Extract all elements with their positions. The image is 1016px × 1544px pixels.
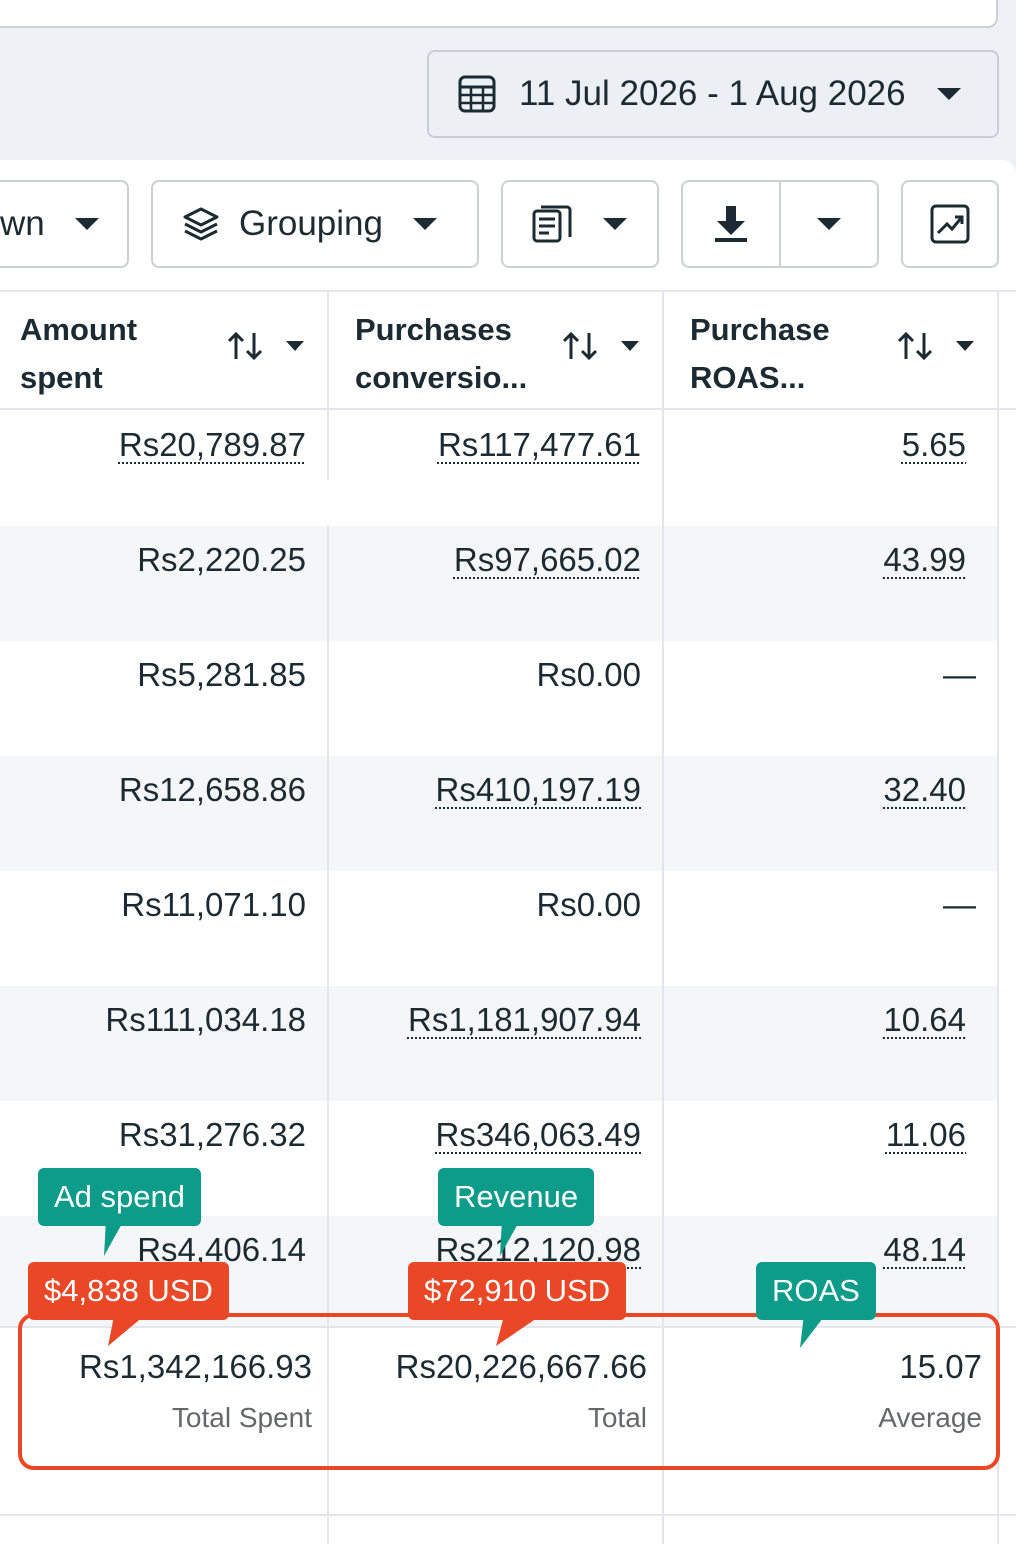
revenue-usd-callout: $72,910 USD (408, 1262, 627, 1320)
amount-spent-cell[interactable]: Rs20,789.87 (119, 426, 306, 464)
column-menu-chevron-icon[interactable] (621, 341, 639, 351)
amount-spent-cell: Rs5,281.85 (137, 656, 306, 693)
purchases-value-cell[interactable]: Rs117,477.61 (438, 426, 641, 464)
amount-spent-cell: Rs2,220.25 (137, 541, 306, 578)
column-header-line: Purchase (690, 312, 830, 347)
grouping-label: Grouping (239, 204, 383, 243)
purchases-value-cell: Rs0.00 (536, 886, 641, 923)
column-header-line: spent (20, 360, 103, 395)
roas-cell[interactable]: 10.64 (883, 1001, 966, 1039)
breakdown-button[interactable]: wn (0, 180, 129, 268)
export-button-group (681, 180, 879, 268)
revenue-callout: Revenue (438, 1168, 595, 1226)
roas-cell: — (943, 656, 976, 693)
spend-usd-callout-pointer (108, 1316, 144, 1346)
export-button[interactable] (683, 182, 779, 266)
roas-cell[interactable]: 11.06 (886, 1116, 966, 1154)
layers-icon (183, 207, 219, 241)
sort-icon[interactable] (561, 330, 599, 362)
purchases-value-cell[interactable]: Rs410,197.19 (436, 771, 642, 809)
chevron-down-icon (816, 218, 841, 230)
column-divider (327, 290, 329, 480)
export-options-button[interactable] (781, 182, 877, 266)
ad-spend-callout: Ad spend (38, 1168, 201, 1226)
revenue-usd-callout-pointer (496, 1316, 540, 1346)
reports-button[interactable] (501, 180, 659, 268)
table-top-border (0, 290, 1016, 292)
column-header-amount-spent[interactable]: Amount spent (20, 306, 137, 402)
amount-spent-cell: Rs111,034.18 (105, 1001, 306, 1038)
roas-cell[interactable]: 48.14 (883, 1231, 966, 1269)
amount-spent-cell: Rs11,071.10 (121, 886, 306, 923)
column-controls (896, 330, 974, 362)
breakdown-label: wn (0, 204, 45, 243)
roas-cell[interactable]: 32.40 (883, 771, 966, 809)
roas-cell: — (943, 886, 976, 923)
date-range-picker[interactable]: 11 Jul 2026 - 1 Aug 2026 (427, 50, 999, 138)
column-header-line: ROAS... (690, 360, 806, 395)
column-header-line: conversio... (355, 360, 528, 395)
chart-trend-icon (930, 204, 970, 244)
top-search-field[interactable] (0, 0, 998, 28)
amount-spent-cell: Rs12,658.86 (118, 771, 306, 808)
download-icon (715, 206, 747, 242)
report-icon (532, 205, 572, 243)
header-bottom-border (0, 408, 1016, 410)
purchases-value-cell: Rs0.00 (536, 656, 641, 693)
roas-cell[interactable]: 43.99 (883, 541, 966, 579)
purchases-value-cell[interactable]: Rs1,181,907.94 (408, 1001, 641, 1039)
chevron-down-icon (412, 218, 437, 230)
column-controls (561, 330, 639, 362)
table-bottom-border (0, 1514, 1016, 1516)
sort-icon[interactable] (226, 330, 264, 362)
view-charts-button[interactable] (901, 180, 999, 268)
chevron-down-icon (74, 218, 99, 230)
calendar-icon (458, 75, 496, 113)
spend-usd-callout: $4,838 USD (28, 1262, 229, 1320)
revenue-callout-pointer (500, 1220, 520, 1256)
grouping-button[interactable]: Grouping (151, 180, 479, 268)
chevron-down-icon (603, 218, 627, 230)
purchases-value-cell[interactable]: Rs97,665.02 (454, 541, 641, 579)
chevron-down-icon (937, 88, 961, 100)
column-menu-chevron-icon[interactable] (286, 341, 304, 351)
column-header-purchase-roas[interactable]: Purchase ROAS... (690, 306, 830, 402)
column-header-purchases-conversion[interactable]: Purchases conversio... (355, 306, 527, 402)
amount-spent-cell: Rs31,276.32 (118, 1116, 306, 1153)
column-header-line: Amount (20, 312, 138, 347)
column-controls (226, 330, 304, 362)
ad-spend-callout-pointer (104, 1220, 124, 1256)
roas-cell[interactable]: 5.65 (902, 426, 966, 464)
purchases-value-cell[interactable]: Rs346,063.49 (436, 1116, 642, 1154)
date-range-label: 11 Jul 2026 - 1 Aug 2026 (519, 74, 906, 113)
column-menu-chevron-icon[interactable] (956, 341, 974, 351)
column-header-line: Purchases (355, 312, 512, 347)
sort-icon[interactable] (896, 330, 934, 362)
roas-callout: ROAS (756, 1262, 876, 1320)
